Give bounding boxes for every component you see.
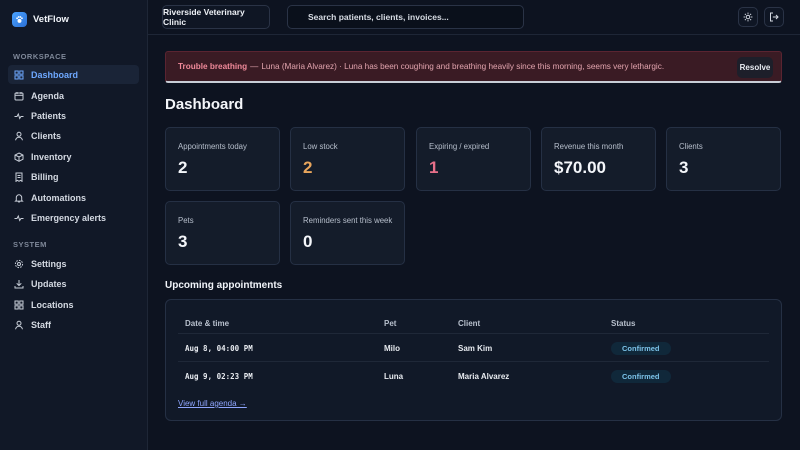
status-badge: Confirmed <box>611 370 671 383</box>
sidebar-item-staff[interactable]: Staff <box>8 315 139 334</box>
sidebar-item-updates[interactable]: Updates <box>8 274 139 293</box>
sidebar-item-dashboard[interactable]: Dashboard <box>8 65 139 84</box>
clinic-selector-button[interactable]: Riverside Veterinary Clinic <box>162 5 270 29</box>
sidebar-item-label: Clients <box>31 130 62 141</box>
stat-label: Revenue this month <box>554 142 624 151</box>
stat-label: Reminders sent this week <box>303 216 393 225</box>
stat-card-pets[interactable]: Pets 3 <box>165 201 280 265</box>
column-header-pet: Pet <box>384 319 397 328</box>
stat-label: Pets <box>178 216 194 225</box>
alert-message: Luna (Maria Alvarez) · Luna has been cou… <box>261 62 665 71</box>
column-header-status: Status <box>611 319 636 328</box>
divider <box>178 333 769 334</box>
app-name: VetFlow <box>33 14 69 25</box>
stat-value: 1 <box>429 158 439 177</box>
download-icon <box>14 279 24 288</box>
sidebar-item-label: Agenda <box>31 90 65 101</box>
paw-logo-icon <box>12 12 27 27</box>
logout-button[interactable] <box>764 7 784 27</box>
stat-value: 2 <box>178 158 188 177</box>
stat-label: Clients <box>679 142 703 151</box>
stat-card-low-stock[interactable]: Low stock 2 <box>290 127 405 191</box>
appointment-client: Sam Kim <box>458 344 493 353</box>
grid-icon <box>14 300 24 310</box>
theme-toggle-button[interactable] <box>738 7 758 27</box>
bell-icon <box>14 193 24 202</box>
gear-icon <box>14 259 24 268</box>
appointment-client: Maria Alvarez <box>458 372 510 381</box>
stat-card-clients[interactable]: Clients 3 <box>666 127 781 191</box>
sidebar-item-automations[interactable]: Automations <box>8 188 139 207</box>
search-input[interactable]: Search patients, clients, invoices... <box>287 5 524 29</box>
stat-card-appointments-today[interactable]: Appointments today 2 <box>165 127 280 191</box>
grid-icon <box>14 70 24 80</box>
upcoming-appointments-title: Upcoming appointments <box>165 280 283 291</box>
sidebar-item-locations[interactable]: Locations <box>8 295 139 314</box>
view-full-agenda-link[interactable]: View full agenda → <box>178 399 247 408</box>
sidebar-item-label: Dashboard <box>31 69 79 80</box>
stat-card-reminders[interactable]: Reminders sent this week 0 <box>290 201 405 265</box>
sidebar-item-clients[interactable]: Clients <box>8 126 139 145</box>
sidebar-item-billing[interactable]: Billing <box>8 167 139 186</box>
stat-value: $70.00 <box>554 158 606 177</box>
appointment-datetime: Aug 9, 02:23 PM <box>185 372 253 381</box>
divider <box>178 361 769 362</box>
sidebar-item-inventory[interactable]: Inventory <box>8 147 139 166</box>
appointment-pet: Milo <box>384 344 400 353</box>
sidebar-item-label: Patients <box>31 110 67 121</box>
sidebar-item-label: Locations <box>31 299 74 310</box>
sidebar-item-label: Emergency alerts <box>31 212 107 223</box>
sidebar-item-label: Inventory <box>31 151 72 162</box>
sidebar-item-label: Billing <box>31 171 59 182</box>
sidebar-item-emergency-alerts[interactable]: Emergency alerts <box>8 208 139 227</box>
stat-value: 3 <box>679 158 689 177</box>
sidebar-item-label: Settings <box>31 258 67 269</box>
sidebar-item-label: Automations <box>31 192 86 203</box>
sidebar-item-label: Staff <box>31 319 51 330</box>
page-title: Dashboard <box>165 96 244 113</box>
alert-separator: — <box>250 62 259 71</box>
pulse-icon <box>14 214 24 222</box>
column-header-datetime: Date & time <box>185 319 230 328</box>
workspace-section-label: WORKSPACE <box>13 52 67 61</box>
stat-value: 0 <box>303 232 313 251</box>
appointments-table: Date & time Pet Client Status Aug 8, 04:… <box>165 299 782 421</box>
emergency-alert-banner: Trouble breathing — Luna (Maria Alvarez)… <box>165 51 782 83</box>
appointment-pet: Luna <box>384 372 404 381</box>
receipt-icon <box>15 172 23 182</box>
sidebar-item-agenda[interactable]: Agenda <box>8 86 139 105</box>
stat-label: Low stock <box>303 142 338 151</box>
stat-label: Appointments today <box>178 142 247 151</box>
appointment-datetime: Aug 8, 04:00 PM <box>185 344 253 353</box>
stat-card-expiring[interactable]: Expiring / expired 1 <box>416 127 531 191</box>
resolve-button[interactable]: Resolve <box>737 57 773 78</box>
alert-title: Trouble breathing <box>178 62 248 71</box>
system-section-label: SYSTEM <box>13 240 47 249</box>
sidebar-item-patients[interactable]: Patients <box>8 106 139 125</box>
user-icon <box>15 131 23 140</box>
calendar-icon <box>14 91 24 100</box>
stat-value: 2 <box>303 158 313 177</box>
sidebar-item-label: Updates <box>31 278 67 289</box>
column-header-client: Client <box>458 319 481 328</box>
sun-icon <box>743 12 753 22</box>
user-icon <box>15 320 23 329</box>
status-badge: Confirmed <box>611 342 671 355</box>
logout-icon <box>770 12 779 22</box>
pulse-icon <box>14 112 24 120</box>
sidebar: VetFlow WORKSPACE Dashboard Agenda Patie… <box>0 0 148 450</box>
topbar: Riverside Veterinary Clinic Search patie… <box>148 0 800 35</box>
box-icon <box>14 151 24 162</box>
stat-card-revenue[interactable]: Revenue this month $70.00 <box>541 127 656 191</box>
stat-label: Expiring / expired <box>429 142 490 151</box>
brand[interactable]: VetFlow <box>12 12 69 27</box>
stat-value: 3 <box>178 232 188 251</box>
sidebar-item-settings[interactable]: Settings <box>8 254 139 273</box>
